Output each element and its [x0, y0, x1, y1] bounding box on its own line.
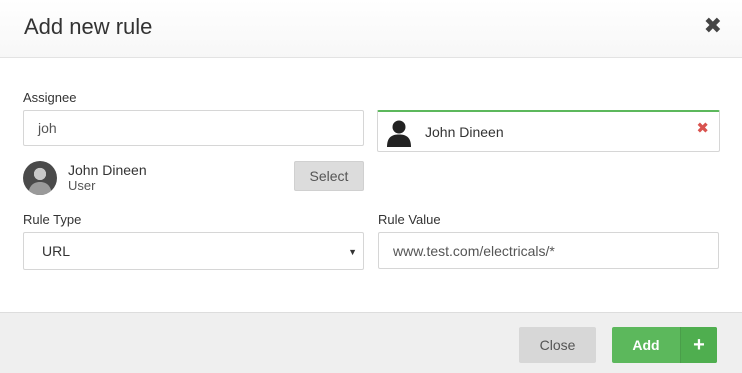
close-icon[interactable]: ✖ [704, 15, 722, 37]
close-button[interactable]: Close [519, 327, 596, 363]
selected-assignee-chip: John Dineen ✖ [377, 110, 720, 152]
dialog-header: Add new rule ✖ [0, 0, 742, 58]
rule-value-input[interactable]: www.test.com/electricals/* [378, 232, 719, 269]
add-button-label: Add [632, 337, 660, 353]
select-button[interactable]: Select [294, 161, 364, 191]
dialog-title: Add new rule [24, 14, 153, 39]
suggestion-user-role: User [68, 178, 96, 193]
person-icon [387, 120, 411, 147]
selected-assignee-name: John Dineen [425, 124, 504, 140]
rule-type-select[interactable]: URL ▼ [23, 232, 364, 270]
rule-type-value: URL [42, 243, 71, 259]
suggestion-user-name: John Dineen [68, 162, 147, 178]
avatar [23, 161, 57, 195]
plus-icon: + [680, 327, 717, 363]
assignee-label: Assignee [23, 90, 77, 105]
rule-type-label: Rule Type [23, 212, 82, 227]
add-button[interactable]: Add + [612, 327, 717, 363]
add-rule-dialog: Add new rule ✖ Assignee joh John Dineen … [0, 0, 742, 373]
remove-assignee-icon[interactable]: ✖ [696, 119, 709, 137]
rule-value-label: Rule Value [378, 212, 441, 227]
assignee-search-input[interactable]: joh [23, 110, 364, 146]
chevron-down-icon: ▼ [348, 247, 357, 257]
